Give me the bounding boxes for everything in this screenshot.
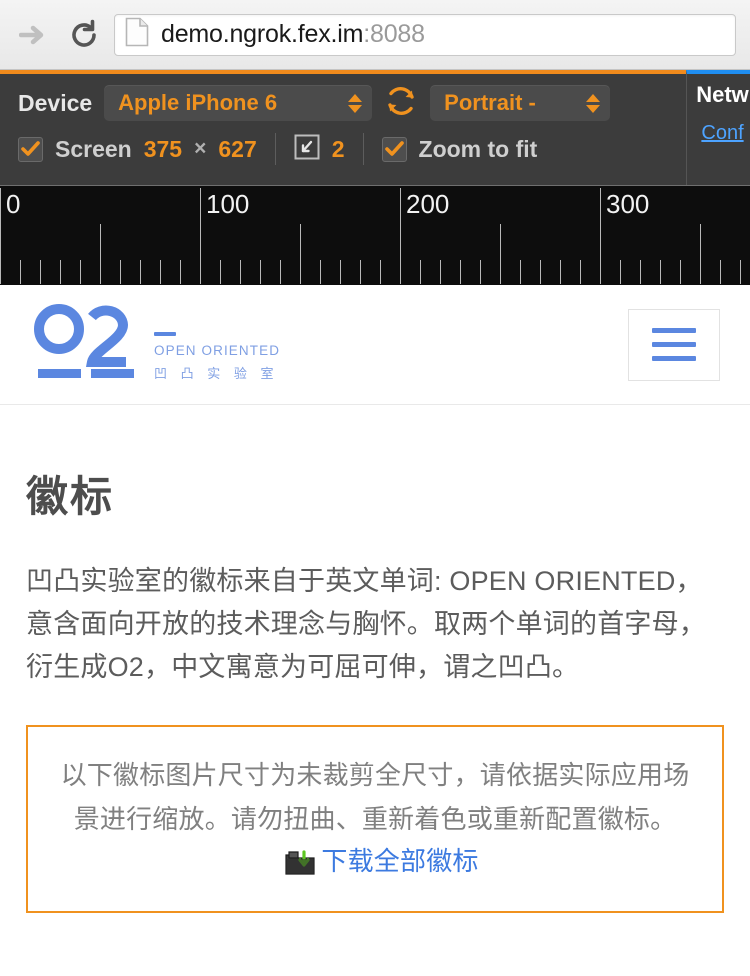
ruler-tick	[640, 260, 641, 284]
divider	[362, 133, 364, 165]
ruler-tick	[720, 260, 721, 284]
rotate-icon[interactable]	[384, 84, 418, 123]
ruler-label: 200	[406, 189, 450, 219]
device-emulation-toolbar: Device Apple iPhone 6 Portrait - Screen …	[0, 70, 750, 185]
ruler-tick	[600, 188, 601, 284]
network-panel: Netw Conf	[686, 70, 750, 185]
ruler-tick	[340, 260, 341, 284]
ruler-tick	[560, 260, 561, 284]
chevron-updown-icon	[586, 93, 601, 113]
page-content: 徽标 凹凸实验室的徽标来自于英文单词: OPEN ORIENTED，意含面向开放…	[0, 463, 750, 913]
logo-english-text: OPEN ORIENTED	[154, 343, 281, 358]
reload-button[interactable]	[64, 15, 104, 55]
ruler-tick	[80, 260, 81, 284]
screen-width-field[interactable]: 375	[144, 136, 182, 163]
notice-box: 以下徽标图片尺寸为未裁剪全尺寸，请依据实际应用场景进行缩放。请勿扭曲、重新着色或…	[26, 725, 724, 913]
device-label: Device	[18, 89, 93, 116]
ruler-tick	[320, 260, 321, 284]
dimension-separator: ×	[194, 137, 207, 160]
ruler-label: 300	[606, 189, 650, 219]
ruler-tick	[660, 260, 661, 284]
ruler-tick	[540, 260, 541, 284]
notice-text: 以下徽标图片尺寸为未裁剪全尺寸，请依据实际应用场景进行缩放。请勿扭曲、重新着色或…	[60, 760, 690, 834]
screen-row: Screen 375 × 627 2 Zoom to fit	[0, 126, 686, 172]
ruler-tick	[0, 188, 1, 284]
ruler-tick	[620, 260, 621, 284]
logo-chinese-text: 凹 凸 实 验 室	[154, 366, 279, 381]
emulated-page-viewport: OPEN ORIENTED 凹 凸 实 验 室 徽标 凹凸实验室的徽标来自于英文…	[0, 285, 750, 975]
logo-text-block: OPEN ORIENTED 凹 凸 实 验 室	[154, 332, 280, 382]
ruler-tick	[280, 260, 281, 284]
ruler-label: 100	[206, 189, 250, 219]
ruler-tick	[400, 188, 401, 284]
ruler-tick	[460, 260, 461, 284]
ruler-tick	[380, 260, 381, 284]
check-icon	[21, 141, 40, 156]
ruler-tick	[160, 260, 161, 284]
url-text: demo.ngrok.fex.im:8088	[161, 20, 425, 49]
ruler-tick	[300, 224, 301, 284]
emulation-controls: Device Apple iPhone 6 Portrait - Screen …	[0, 70, 686, 185]
ruler-label: 0	[6, 189, 21, 219]
screen-height-field[interactable]: 627	[218, 136, 256, 163]
page-title: 徽标	[26, 473, 115, 520]
divider	[274, 133, 276, 165]
download-folder-icon	[285, 849, 315, 881]
orientation-select[interactable]: Portrait -	[430, 85, 611, 121]
ruler-tick	[700, 224, 701, 284]
device-select[interactable]: Apple iPhone 6	[104, 85, 373, 121]
forward-button[interactable]	[14, 15, 54, 55]
chevron-updown-icon	[348, 93, 363, 113]
viewport-ruler: 0 100 200 300	[0, 185, 750, 285]
logo-dash-icon	[154, 332, 176, 336]
url-host: demo.ngrok.fex.im	[161, 20, 364, 48]
page-document-icon	[125, 17, 149, 52]
network-configure-link[interactable]: Conf	[687, 122, 750, 145]
ruler-tick	[500, 224, 501, 284]
zoom-to-fit-label: Zoom to fit	[418, 135, 538, 162]
ruler-tick	[100, 224, 101, 284]
orientation-select-value: Portrait -	[444, 90, 536, 115]
ruler-tick	[520, 260, 521, 284]
ruler-tick	[40, 260, 41, 284]
zoom-to-fit-checkbox[interactable]	[381, 136, 407, 162]
page-paragraph: 凹凸实验室的徽标来自于英文单词: OPEN ORIENTED，意含面向开放的技术…	[26, 566, 706, 682]
scale-value[interactable]: 2	[332, 136, 345, 163]
o2-logo-icon	[30, 299, 148, 390]
ruler-tick	[180, 260, 181, 284]
ruler-tick	[20, 260, 21, 284]
site-header: OPEN ORIENTED 凹 凸 实 验 室	[0, 285, 750, 405]
ruler-tick	[580, 260, 581, 284]
hamburger-menu-icon[interactable]	[628, 308, 720, 381]
check-icon	[384, 141, 404, 156]
resize-icon[interactable]	[294, 134, 320, 165]
ruler-tick	[120, 260, 121, 284]
screen-checkbox[interactable]	[18, 136, 43, 162]
ruler-tick	[740, 260, 741, 284]
ruler-tick	[420, 260, 421, 284]
device-row: Device Apple iPhone 6 Portrait -	[0, 80, 686, 126]
arrow-right-icon	[19, 22, 49, 48]
device-select-value: Apple iPhone 6	[118, 90, 278, 115]
ruler-tick	[140, 260, 141, 284]
browser-toolbar: demo.ngrok.fex.im:8088	[0, 0, 750, 70]
ruler-tick	[480, 260, 481, 284]
reload-icon	[68, 19, 100, 51]
ruler-tick	[220, 260, 221, 284]
ruler-tick	[360, 260, 361, 284]
address-bar[interactable]: demo.ngrok.fex.im:8088	[114, 13, 736, 56]
url-port: :8088	[363, 20, 425, 48]
ruler-tick	[440, 260, 441, 284]
ruler-tick	[240, 260, 241, 284]
ruler-tick	[260, 260, 261, 284]
ruler-tick	[680, 260, 681, 284]
site-logo[interactable]: OPEN ORIENTED 凹 凸 实 验 室	[30, 299, 280, 390]
screen-label: Screen	[55, 135, 132, 162]
network-panel-title: Netw	[696, 82, 749, 107]
ruler-tick	[200, 188, 201, 284]
ruler-tick	[60, 260, 61, 284]
download-all-logos-link[interactable]: 下载全部徽标	[321, 846, 478, 876]
